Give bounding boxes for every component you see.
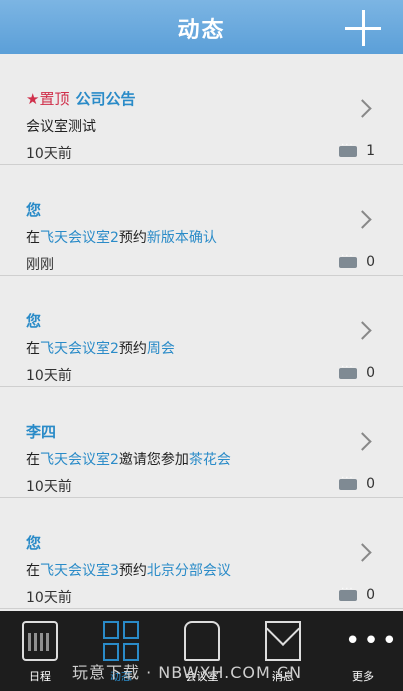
room-link[interactable]: 飞天会议室2 — [40, 452, 119, 468]
add-icon[interactable] — [345, 10, 381, 46]
tab-label: 日程 — [29, 670, 51, 683]
watermark: 玩意下载 · NBWXH.COM.CN — [72, 663, 303, 682]
more-dots-icon: ••• — [345, 626, 401, 656]
feed-item[interactable]: ★置顶公司公告 会议室测试 10天前 1 — [0, 54, 403, 165]
room-link[interactable]: 飞天会议室3 — [40, 563, 119, 579]
comment-icon — [339, 140, 358, 157]
tab-schedule[interactable]: 日程 — [0, 611, 80, 691]
comment-count: 1 — [339, 140, 375, 159]
comment-count: 0 — [339, 473, 375, 492]
tab-label: 更多 — [352, 670, 374, 683]
room-link[interactable]: 飞天会议室2 — [40, 341, 119, 357]
feed-author: ★置顶 公司公告 — [26, 90, 136, 108]
feed-author: 您 — [26, 534, 42, 552]
grid-icon — [103, 621, 139, 661]
meeting-link[interactable]: 新版本确认 — [147, 230, 217, 246]
feed-time: 10天前 — [26, 479, 72, 495]
comment-count: 0 — [339, 584, 375, 603]
feed-time: 10天前 — [26, 146, 72, 162]
feed-message: 在飞天会议室2预约新版本确认 — [26, 230, 217, 246]
comment-icon — [339, 251, 358, 268]
meeting-link[interactable]: 北京分部会议 — [147, 563, 231, 579]
meeting-link[interactable]: 茶花会 — [189, 452, 231, 468]
tab-more[interactable]: ••• 更多 — [323, 611, 403, 691]
feed-item[interactable]: 您 在飞天会议室2预约新版本确认 刚刚 0 — [0, 165, 403, 276]
comment-count: 0 — [339, 251, 375, 270]
app-header: 动态 — [0, 0, 403, 54]
calendar-icon — [22, 621, 58, 661]
feed-author: 您 — [26, 312, 42, 330]
feed-message: 会议室测试 — [26, 119, 96, 135]
comment-count: 0 — [339, 362, 375, 381]
chevron-right-icon — [353, 432, 372, 451]
feed-author: 李四 — [26, 423, 57, 441]
chevron-right-icon — [353, 210, 372, 229]
feed-message: 在飞天会议室2预约周会 — [26, 341, 175, 357]
feed-message: 在飞天会议室2邀请您参加茶花会 — [26, 452, 231, 468]
feed-message: 在飞天会议室3预约北京分部会议 — [26, 563, 231, 579]
chevron-right-icon — [353, 321, 372, 340]
mail-icon — [265, 621, 301, 661]
page-title: 动态 — [177, 18, 226, 43]
feed-item[interactable]: 您 在飞天会议室3预约北京分部会议 10天前 0 — [0, 498, 403, 609]
feed-list: ★置顶公司公告 会议室测试 10天前 1 您 在飞天会议室2预约新版本确认 刚刚… — [0, 54, 403, 609]
feed-time: 10天前 — [26, 368, 72, 384]
feed-item[interactable]: 李四 在飞天会议室2邀请您参加茶花会 10天前 0 — [0, 387, 403, 498]
chevron-right-icon — [353, 99, 372, 118]
feed-author: 您 — [26, 201, 42, 219]
feed-time: 10天前 — [26, 590, 72, 606]
comment-icon — [339, 473, 358, 490]
meeting-room-icon — [184, 621, 220, 661]
pinned-badge: ★置顶 — [26, 90, 70, 108]
meeting-link[interactable]: 周会 — [147, 341, 175, 357]
feed-time: 刚刚 — [26, 257, 54, 273]
room-link[interactable]: 飞天会议室2 — [40, 230, 119, 246]
comment-icon — [339, 362, 358, 379]
comment-icon — [339, 584, 358, 601]
feed-item[interactable]: 您 在飞天会议室2预约周会 10天前 0 — [0, 276, 403, 387]
chevron-right-icon — [353, 543, 372, 562]
